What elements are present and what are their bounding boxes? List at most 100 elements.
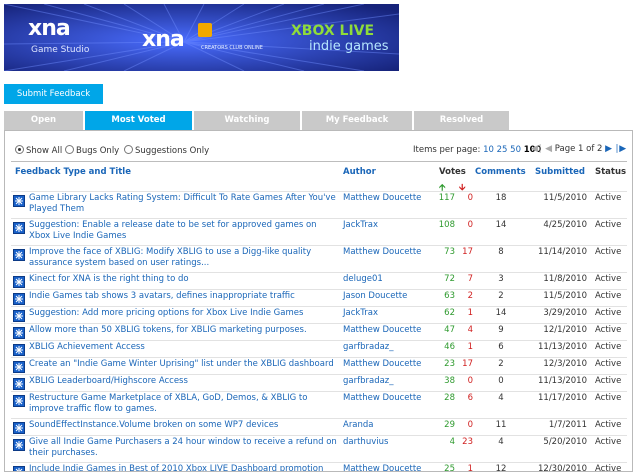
table-row[interactable]: XBLIG Leaderboard/Highscore Access garfbr…	[11, 374, 627, 391]
tab-my-feedback[interactable]: My Feedback	[302, 111, 412, 130]
pager: ◀∣ ◀ Page 1 of 2 ▶ ∣▶	[531, 144, 626, 154]
per-page-25-link[interactable]: 25	[497, 145, 508, 155]
feedback-title-link[interactable]: SoundEffectInstance.Volume broken on som…	[29, 420, 339, 431]
feedback-title-link[interactable]: Game Library Lacks Rating System: Diffic…	[29, 193, 339, 215]
feedback-title-link[interactable]: Give all Indie Game Purchasers a 24 hour…	[29, 437, 339, 459]
table-row[interactable]: Indie Games tab shows 3 avatars, defines…	[11, 289, 627, 306]
column-header-submitted[interactable]: Submitted	[535, 167, 585, 177]
feedback-title-link[interactable]: Create an "Indie Game Winter Uprising" l…	[29, 359, 339, 370]
submitted-date: 4/25/2010	[543, 220, 587, 230]
submitted-date: 1/7/2011	[548, 420, 587, 430]
comment-count: 14	[495, 308, 507, 318]
votes-up-count: 72	[444, 274, 455, 284]
table-row[interactable]: Restructure Game Marketplace of XBLA, Go…	[11, 391, 627, 418]
feedback-title-link[interactable]: XBLIG Leaderboard/Highscore Access	[29, 376, 339, 387]
filter-show-all-label: Show All	[26, 146, 63, 156]
votes-down-count: 7	[467, 274, 473, 284]
feedback-type-icon	[13, 378, 25, 390]
header-banner: xna Game Studio xna CREATORS CLUB ONLINE…	[4, 4, 399, 71]
feedback-title-link[interactable]: Suggestion: Add more pricing options for…	[29, 308, 339, 319]
comment-count: 14	[495, 220, 507, 230]
per-page-10-link[interactable]: 10	[483, 145, 494, 155]
votes-down-count: 17	[462, 247, 473, 257]
feedback-author-link[interactable]: garfbradaz_	[343, 376, 394, 386]
feedback-author-link[interactable]: Aranda	[343, 420, 374, 430]
comment-count: 3	[498, 274, 504, 284]
filter-bugs-only[interactable]: Bugs Only	[65, 145, 119, 156]
status-label: Active	[595, 359, 622, 369]
feedback-title-link[interactable]: Kinect for XNA is the right thing to do	[29, 274, 339, 285]
submit-feedback-button[interactable]: Submit Feedback	[4, 84, 103, 104]
votes-down-count: 1	[467, 308, 473, 318]
table-row[interactable]: Kinect for XNA is the right thing to do d…	[11, 272, 627, 289]
feedback-author-link[interactable]: Matthew Doucette	[343, 325, 421, 335]
feedback-author-link[interactable]: darthuvius	[343, 437, 388, 447]
first-page-icon[interactable]: ◀∣	[531, 144, 542, 154]
feedback-type-icon	[13, 293, 25, 305]
table-row[interactable]: Suggestion: Enable a release date to be …	[11, 218, 627, 245]
votes-up-count: 62	[444, 308, 455, 318]
table-row[interactable]: Include Indie Games in Best of 2010 Xbox…	[11, 462, 627, 471]
feedback-author-link[interactable]: garfbradaz_	[343, 342, 394, 352]
table-row[interactable]: Game Library Lacks Rating System: Diffic…	[11, 191, 627, 218]
tab-open[interactable]: Open	[4, 111, 83, 130]
feedback-type-icon	[13, 422, 25, 434]
feedback-author-link[interactable]: JackTrax	[343, 220, 378, 230]
feedback-author-link[interactable]: deluge01	[343, 274, 383, 284]
feedback-author-link[interactable]: JackTrax	[343, 308, 378, 318]
feedback-type-icon	[13, 361, 25, 373]
status-label: Active	[595, 193, 622, 203]
feedback-title-link[interactable]: Suggestion: Enable a release date to be …	[29, 220, 339, 242]
tab-resolved[interactable]: Resolved	[414, 111, 509, 130]
votes-down-count: 2	[467, 291, 473, 301]
feedback-title-link[interactable]: Include Indie Games in Best of 2010 Xbox…	[29, 464, 339, 471]
column-header-comments[interactable]: Comments	[475, 167, 526, 177]
per-page-50-link[interactable]: 50	[510, 145, 521, 155]
table-row[interactable]: Create an "Indie Game Winter Uprising" l…	[11, 357, 627, 374]
feedback-title-link[interactable]: Improve the face of XBLIG: Modify XBLIG …	[29, 247, 339, 269]
feedback-author-link[interactable]: Matthew Doucette	[343, 393, 421, 403]
feedback-author-link[interactable]: Jason Doucette	[343, 291, 407, 301]
table-row[interactable]: Suggestion: Add more pricing options for…	[11, 306, 627, 323]
feedback-author-link[interactable]: Matthew Doucette	[343, 464, 421, 471]
table-row[interactable]: Give all Indie Game Purchasers a 24 hour…	[11, 435, 627, 462]
items-per-page: Items per page: 10 25 50 100	[413, 145, 541, 155]
filter-show-all[interactable]: Show All	[15, 145, 62, 156]
table-row[interactable]: Improve the face of XBLIG: Modify XBLIG …	[11, 245, 627, 272]
feedback-title-link[interactable]: XBLIG Achievement Access	[29, 342, 339, 353]
column-header-title[interactable]: Feedback Type and Title	[15, 167, 131, 177]
feedback-author-link[interactable]: Matthew Doucette	[343, 193, 421, 203]
column-header-votes: Votes	[439, 167, 466, 177]
votes-down-count: 23	[462, 437, 473, 447]
votes-down-count: 6	[467, 393, 473, 403]
tab-most-voted[interactable]: Most Voted	[85, 111, 192, 130]
page-indicator: Page 1 of 2	[554, 144, 603, 154]
feedback-type-icon	[13, 310, 25, 322]
votes-up-count: 29	[444, 420, 455, 430]
feedback-type-icon	[13, 276, 25, 288]
filter-suggestions-only[interactable]: Suggestions Only	[124, 145, 209, 156]
xna-creators-club-logo-subtitle: CREATORS CLUB ONLINE	[201, 45, 263, 51]
submitted-date: 11/8/2010	[543, 274, 587, 284]
feedback-author-link[interactable]: Matthew Doucette	[343, 247, 421, 257]
table-row[interactable]: XBLIG Achievement Access garfbradaz_ 46 1 6 1…	[11, 340, 627, 357]
table-row[interactable]: SoundEffectInstance.Volume broken on som…	[11, 418, 627, 435]
feedback-title-link[interactable]: Allow more than 50 XBLIG tokens, for XBL…	[29, 325, 339, 336]
last-page-icon[interactable]: ∣▶	[615, 144, 626, 154]
next-page-icon[interactable]: ▶	[605, 144, 612, 154]
feedback-author-link[interactable]: Matthew Doucette	[343, 359, 421, 369]
votes-down-count: 0	[467, 220, 473, 230]
status-label: Active	[595, 291, 622, 301]
comment-count: 0	[498, 376, 504, 386]
votes-up-count: 117	[438, 193, 455, 203]
feedback-title-link[interactable]: Indie Games tab shows 3 avatars, defines…	[29, 291, 339, 302]
tab-watching[interactable]: Watching	[194, 111, 300, 130]
prev-page-icon[interactable]: ◀	[545, 144, 552, 154]
xbox-live-logo: XBOX LIVE	[291, 23, 375, 39]
votes-up-count: 23	[444, 359, 455, 369]
status-label: Active	[595, 342, 622, 352]
column-header-author[interactable]: Author	[343, 167, 376, 177]
table-row[interactable]: Allow more than 50 XBLIG tokens, for XBL…	[11, 323, 627, 340]
comment-count: 18	[495, 193, 507, 203]
feedback-title-link[interactable]: Restructure Game Marketplace of XBLA, Go…	[29, 393, 339, 415]
